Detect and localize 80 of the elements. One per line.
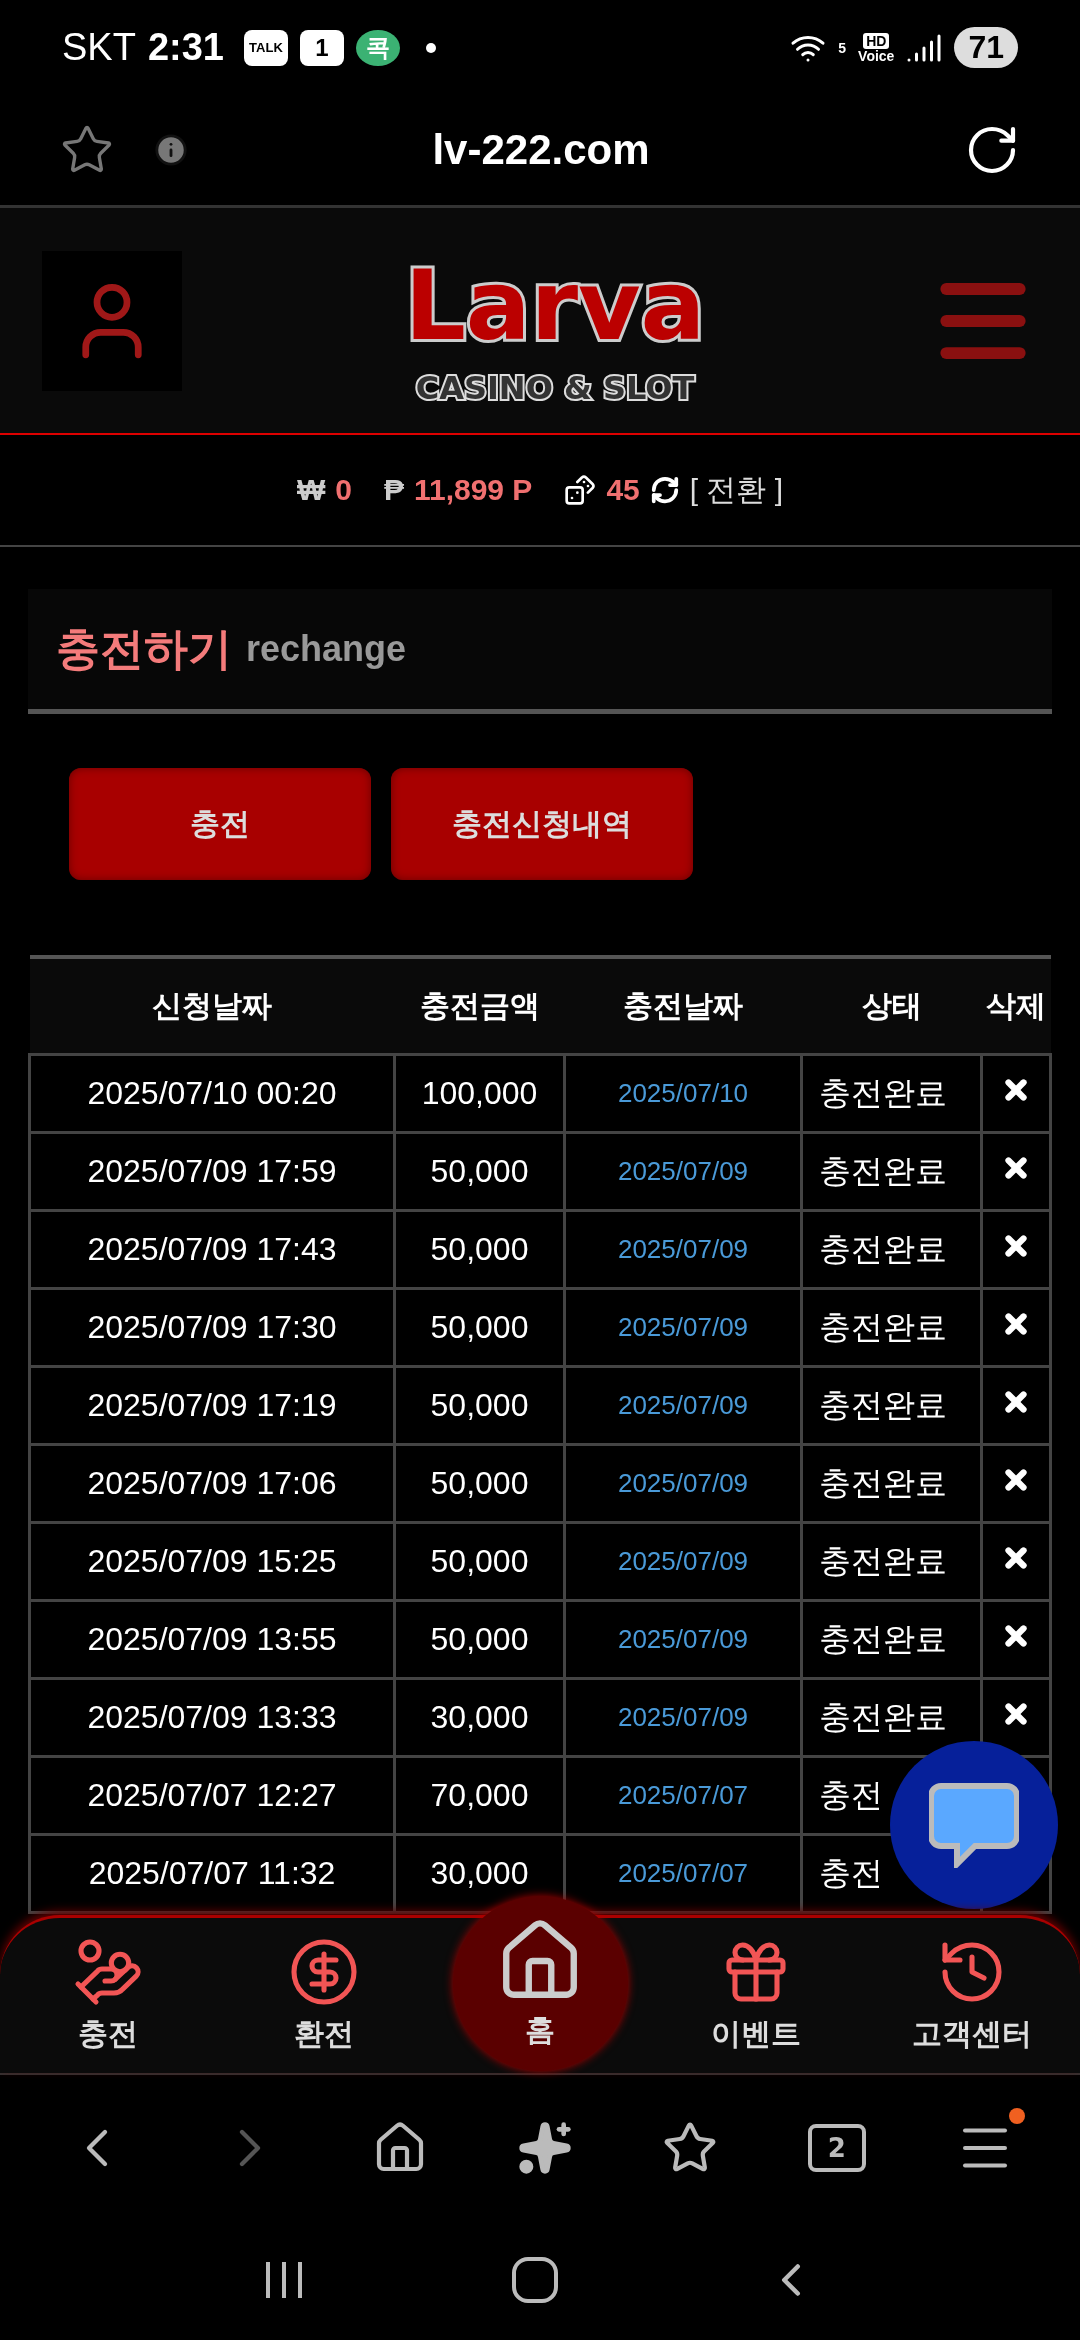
dice-icon xyxy=(564,474,597,506)
table-cell: 충전완료 xyxy=(801,1600,982,1679)
nav-item[interactable]: 환전 xyxy=(294,2014,354,2055)
table-cell: 2025/07/09 17:06 xyxy=(29,1444,395,1523)
table-cell: 2025/07/09 17:59 xyxy=(29,1132,395,1211)
table-cell: 충전완료 xyxy=(801,1522,982,1601)
info-icon[interactable] xyxy=(154,133,188,167)
table-cell: 2025/07/07 12:27 xyxy=(29,1756,395,1835)
voice-label: Voice xyxy=(858,48,895,63)
user-button[interactable] xyxy=(42,250,182,391)
nav-item[interactable]: 충전 xyxy=(78,2014,138,2055)
table-cell: 충전완료 xyxy=(801,1210,982,1289)
more-dot-icon xyxy=(425,42,436,53)
table-cell: 2025/07/09 xyxy=(564,1600,802,1679)
dollar-coin-icon xyxy=(288,1936,360,2008)
table-cell: 2025/07/09 13:55 xyxy=(29,1600,395,1679)
table-cell: 2025/07/09 xyxy=(564,1366,802,1445)
table-cell: 2025/07/09 xyxy=(564,1444,802,1523)
table-cell: 2025/07/09 17:19 xyxy=(29,1366,395,1445)
action-button[interactable]: 충전신청내역 xyxy=(391,768,693,880)
table-cell: 100,000 xyxy=(394,1054,565,1133)
table-cell: 충전완료 xyxy=(801,1132,982,1211)
tabs-button[interactable]: 2 xyxy=(807,2123,866,2172)
table-cell: 2025/07/09 17:30 xyxy=(29,1288,395,1367)
sparkle-icon[interactable] xyxy=(516,2119,573,2176)
column-header: 삭제 xyxy=(981,957,1051,1055)
column-header: 상태 xyxy=(801,957,982,1055)
point-balance: 11,899 P xyxy=(413,473,533,507)
clock: 2:31 xyxy=(147,26,224,69)
notification-icon: 1 xyxy=(299,29,344,66)
table-cell: 2025/07/09 xyxy=(564,1288,802,1367)
home-button-icon[interactable] xyxy=(511,2256,559,2304)
switch-link[interactable]: [ 전환 ] xyxy=(689,469,784,511)
point-symbol: ₱ xyxy=(383,473,404,507)
action-button[interactable]: 충전 xyxy=(69,768,371,880)
won-symbol: ₩ xyxy=(296,473,326,507)
table-cell: 50,000 xyxy=(394,1210,565,1289)
battery-level: 71 xyxy=(954,27,1018,68)
dice-count: 45 xyxy=(606,473,640,507)
column-header: 충전금액 xyxy=(394,957,565,1055)
logo: Larva CASINO & SLOT xyxy=(335,220,775,421)
table-cell: 50,000 xyxy=(394,1522,565,1601)
carrier-name: SKT xyxy=(62,26,136,69)
table-cell: 충전완료 xyxy=(801,1288,982,1367)
nav-item[interactable]: 이벤트 xyxy=(711,2014,801,2055)
table-cell: 50,000 xyxy=(394,1132,565,1211)
table-cell: 2025/07/07 xyxy=(564,1756,802,1835)
table-cell: 50,000 xyxy=(394,1600,565,1679)
refresh-icon[interactable] xyxy=(649,475,680,505)
table-cell: 2025/07/09 xyxy=(564,1678,802,1757)
won-balance: 0 xyxy=(335,473,352,507)
notification-icon: 콕 xyxy=(355,29,400,66)
table-cell: 50,000 xyxy=(394,1366,565,1445)
url-text[interactable]: lv-222.com xyxy=(228,126,854,174)
hd-label: HD xyxy=(863,32,890,49)
table-cell: 2025/07/10 xyxy=(564,1054,802,1133)
column-header: 신청날짜 xyxy=(29,957,395,1055)
table-cell: 충전완료 xyxy=(801,1366,982,1445)
nav-item[interactable]: 고객센터 xyxy=(912,2014,1032,2055)
table-cell: 2025/07/09 15:25 xyxy=(29,1522,395,1601)
table-cell: 충전완료 xyxy=(801,1444,982,1523)
table-cell: 50,000 xyxy=(394,1288,565,1367)
section-title: 충전하기 xyxy=(56,621,232,676)
table-cell: 2025/07/09 13:33 xyxy=(29,1678,395,1757)
column-header: 충전날짜 xyxy=(564,957,802,1055)
table-cell: 2025/07/09 xyxy=(564,1210,802,1289)
table-cell: 2025/07/09 17:43 xyxy=(29,1210,395,1289)
table-cell: 30,000 xyxy=(394,1678,565,1757)
network-label: 5 xyxy=(838,40,847,55)
table-cell: 70,000 xyxy=(394,1756,565,1835)
nav-item[interactable]: 홈 xyxy=(452,1896,628,2071)
table-cell: 2025/07/07 11:32 xyxy=(29,1834,395,1913)
table-cell: 50,000 xyxy=(394,1444,565,1523)
table-cell: 2025/07/09 xyxy=(564,1132,802,1211)
table-cell: 2025/07/10 00:20 xyxy=(29,1054,395,1133)
table-cell: 2025/07/09 xyxy=(564,1522,802,1601)
section-subtitle: rechange xyxy=(246,628,407,670)
notification-icon: TALK xyxy=(243,29,288,66)
table-cell: 충전완료 xyxy=(801,1054,982,1133)
chat-bubble-icon xyxy=(929,1782,1019,1868)
